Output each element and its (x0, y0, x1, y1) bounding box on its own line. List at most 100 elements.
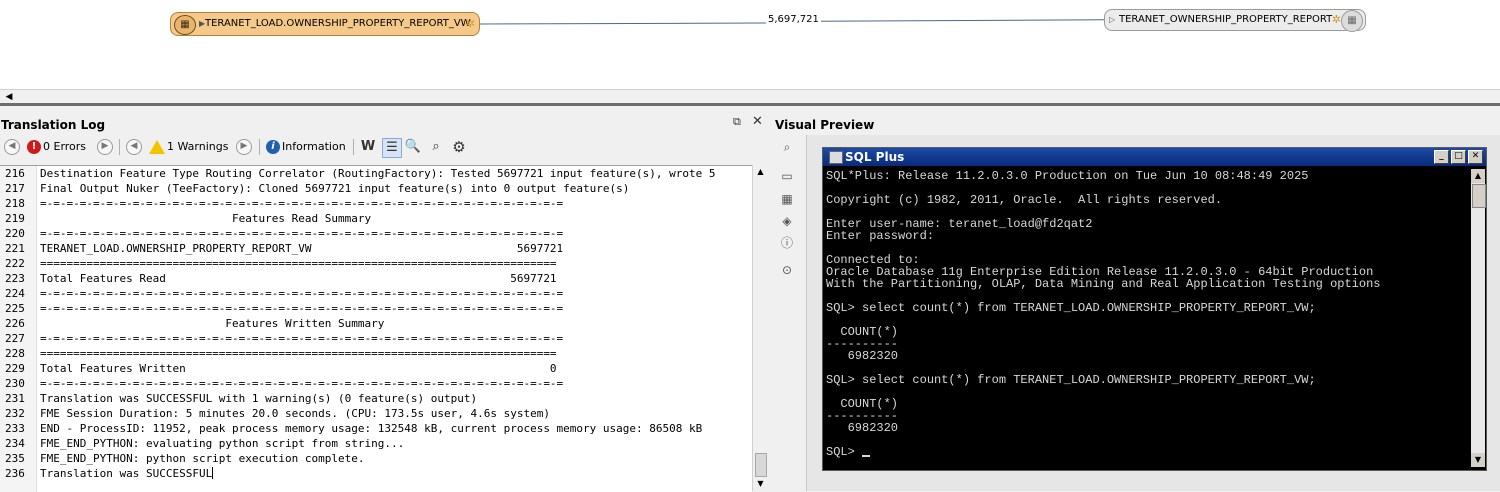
reader-feature-type-node[interactable]: ▦ ▶ TERANET_LOAD.OWNERSHIP_PROPERTY_REPO… (170, 12, 480, 36)
log-line-number: 221 (5, 242, 25, 255)
errors-label: 0 Errors (43, 140, 87, 153)
close-button[interactable]: ✕ (1468, 150, 1483, 164)
console-vertical-scrollbar[interactable]: ▲ ▼ (1471, 169, 1486, 467)
expand-triangle-icon[interactable]: ▶ (199, 13, 205, 35)
table-view-icon[interactable]: ▦ (777, 190, 797, 208)
console-line: SQL*Plus: Release 11.2.0.3.0 Production … (826, 170, 1309, 183)
toolbar-separator (119, 139, 120, 155)
log-vertical-scrollbar[interactable]: ▲ ▼ (752, 165, 768, 491)
console-cursor (862, 455, 871, 457)
scroll-up-arrow-icon[interactable]: ▲ (753, 165, 768, 179)
log-line-text: Features Written Summary (40, 317, 385, 330)
writer-feature-type-node[interactable]: ▷ TERANET_OWNERSHIP_PROPERTY_REPORT ✲ ▦ (1104, 9, 1366, 32)
log-line-text: FME Session Duration: 5 minutes 20.0 sec… (40, 407, 550, 420)
log-line-text: =-=-=-=-=-=-=-=-=-=-=-=-=-=-=-=-=-=-=-=-… (40, 302, 564, 315)
log-line-text: Destination Feature Type Routing Correla… (40, 167, 716, 180)
visual-preview-sidebar (773, 135, 803, 491)
log-line-number: 220 (5, 227, 25, 240)
log-line-number: 223 (5, 272, 25, 285)
log-line-text: =-=-=-=-=-=-=-=-=-=-=-=-=-=-=-=-=-=-=-=-… (40, 332, 564, 345)
sql-plus-app-icon (829, 151, 843, 164)
reader-node-label: TERANET_LOAD.OWNERSHIP_PROPERTY_REPORT_V… (205, 18, 471, 29)
translation-log-text-area[interactable]: 216 Destination Feature Type Routing Corr… (0, 165, 752, 492)
prev-warning-button[interactable]: ◀ (126, 138, 142, 156)
log-line-text: ========================================… (40, 347, 557, 360)
writer-table-icon: ▦ (1341, 10, 1363, 32)
info-icon: i (266, 140, 280, 154)
feature-info-icon[interactable]: ⓘ (777, 234, 797, 252)
sql-console-output[interactable]: SQL*Plus: Release 11.2.0.3.0 Production … (826, 170, 1468, 467)
next-error-button[interactable]: ▶ (97, 138, 113, 156)
word-wrap-icon[interactable]: W (359, 138, 377, 156)
log-line-text: FME_END_PYTHON: evaluating python script… (40, 437, 405, 450)
log-line-number: 224 (5, 287, 25, 300)
warnings-label: 1 Warnings (167, 140, 229, 153)
next-warning-button[interactable]: ▶ (236, 138, 252, 156)
find-next-icon[interactable]: ⌕ (427, 138, 445, 156)
log-line-text: Final Output Nuker (TeeFactory): Cloned … (40, 182, 630, 195)
information-label: Information (282, 140, 346, 153)
arrow-right-icon: ▶ (97, 139, 113, 155)
workspace-canvas[interactable]: 5,697,721 ▦ ▶ TERANET_LOAD.OWNERSHIP_PRO… (0, 0, 1500, 105)
reader-table-icon: ▦ (174, 15, 196, 35)
log-line-number: 227 (5, 332, 25, 345)
log-line-number: 232 (5, 407, 25, 420)
log-line-number: 218 (5, 197, 25, 210)
console-scroll-down-icon[interactable]: ▼ (1471, 453, 1485, 467)
log-line-number: 234 (5, 437, 25, 450)
log-line-text: =-=-=-=-=-=-=-=-=-=-=-=-=-=-=-=-=-=-=-=-… (40, 197, 564, 210)
log-line-number: 225 (5, 302, 25, 315)
log-line-text: ========================================… (40, 257, 557, 270)
log-line-text: Total Features Read 5697721 (40, 272, 557, 285)
log-line-number: 233 (5, 422, 25, 435)
scrollbar-thumb[interactable] (755, 453, 767, 477)
line-numbers-icon[interactable]: ☰ (382, 138, 402, 158)
float-panel-icon[interactable]: ⧉ (733, 115, 741, 129)
log-line-number: 235 (5, 452, 25, 465)
log-line-number: 217 (5, 182, 25, 195)
visual-preview-title: Visual Preview (775, 118, 875, 132)
find-icon[interactable]: 🔍 (404, 138, 422, 156)
log-line-text: Translation was SUCCESSFUL with 1 warnin… (40, 392, 478, 405)
errors-filter-button[interactable]: ! 0 Errors (27, 138, 86, 156)
arrow-left-icon-2: ◀ (126, 139, 142, 155)
search-features-icon[interactable]: ⊙ (777, 261, 797, 279)
log-line-text: =-=-=-=-=-=-=-=-=-=-=-=-=-=-=-=-=-=-=-=-… (40, 287, 564, 300)
writer-expand-triangle-icon[interactable]: ▷ (1109, 10, 1115, 30)
settings-gear-icon[interactable]: ⚙ (450, 138, 468, 156)
scroll-left-arrow-icon[interactable]: ◀ (2, 91, 16, 103)
log-line-text: FME_END_PYTHON: python script execution … (40, 452, 365, 465)
log-line-text: END - ProcessID: 11952, peak process mem… (40, 422, 703, 435)
sql-plus-window[interactable]: SQL Plus _ □ ✕ SQL*Plus: Release 11.2.0.… (822, 147, 1487, 471)
inspect-icon[interactable]: ⌕ (777, 138, 797, 156)
log-line-text: =-=-=-=-=-=-=-=-=-=-=-=-=-=-=-=-=-=-=-=-… (40, 227, 564, 240)
console-line: With the Partitioning, OLAP, Data Mining… (826, 277, 1381, 291)
text-caret (212, 467, 214, 479)
feature-connection-line[interactable] (479, 22, 767, 25)
reader-gear-icon[interactable]: ✲ (466, 13, 475, 35)
warnings-filter-button[interactable]: 1 Warnings (149, 138, 228, 156)
console-scrollbar-thumb[interactable] (1472, 184, 1486, 208)
feature-connection-line-2[interactable] (815, 19, 1107, 22)
console-line: 6982320 (826, 349, 899, 363)
error-icon: ! (27, 140, 41, 154)
writer-gear-icon[interactable]: ✲ (1332, 10, 1341, 30)
sql-plus-title: SQL Plus (845, 150, 905, 164)
arrow-right-icon-2: ▶ (236, 139, 252, 155)
graphics-view-icon[interactable]: ◈ (777, 212, 797, 230)
scroll-down-arrow-icon[interactable]: ▼ (753, 477, 768, 491)
log-line-text: Total Features Written 0 (40, 362, 557, 375)
log-line-text: Features Read Summary (40, 212, 372, 225)
console-scroll-up-icon[interactable]: ▲ (1471, 169, 1485, 183)
minimize-button[interactable]: _ (1434, 150, 1449, 164)
sql-plus-titlebar[interactable]: SQL Plus _ □ ✕ (823, 148, 1486, 166)
information-filter-button[interactable]: i Information (266, 138, 346, 156)
display-view-icon[interactable]: ▭ (777, 167, 797, 185)
close-panel-icon[interactable]: ✕ (752, 114, 763, 129)
log-line-number: 231 (5, 392, 25, 405)
maximize-button[interactable]: □ (1451, 150, 1466, 164)
panel-splitter[interactable] (0, 103, 1500, 106)
arrow-left-icon: ◀ (4, 139, 20, 155)
log-line-number: 228 (5, 347, 25, 360)
prev-error-button[interactable]: ◀ (4, 138, 20, 156)
